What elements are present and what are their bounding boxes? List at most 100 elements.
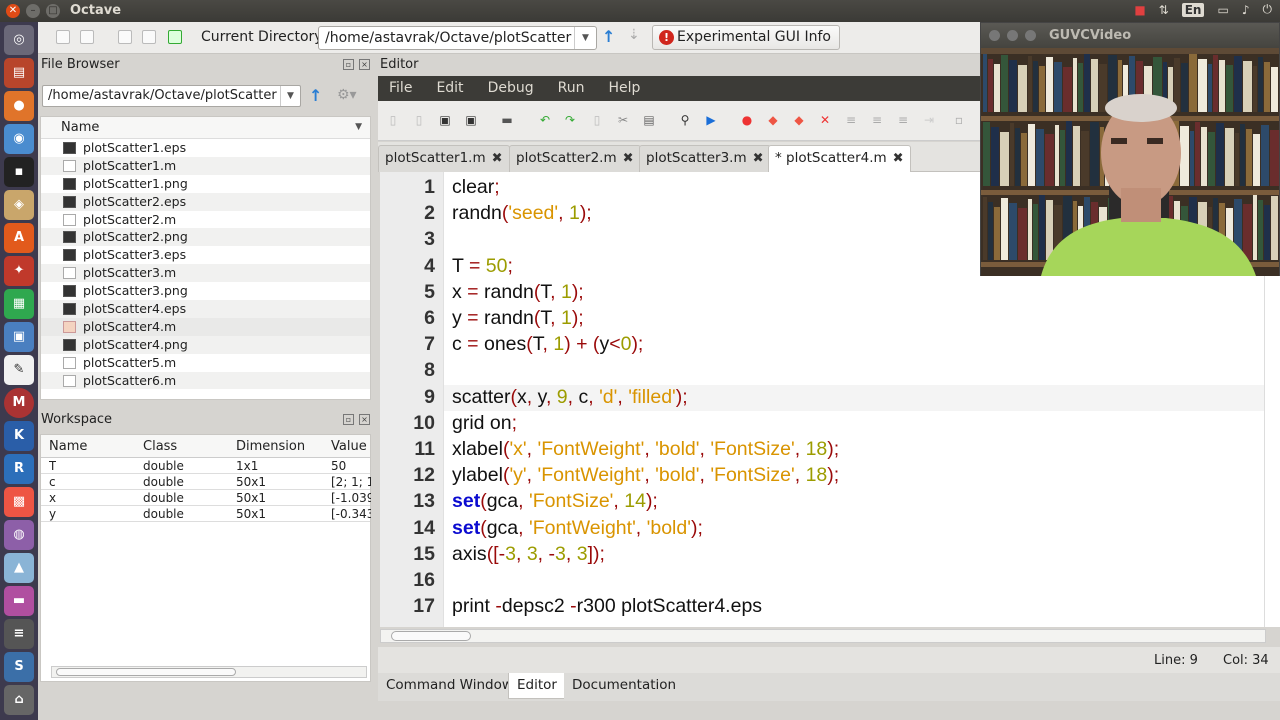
close-icon[interactable]: ✖ [492,151,503,166]
octave-icon[interactable]: ◈ [4,190,34,220]
close-panel-icon[interactable]: × [359,414,370,425]
save-icon[interactable]: ▣ [438,113,452,127]
text-editor-icon[interactable]: ✎ [4,355,34,385]
column-header[interactable]: Class [143,439,177,454]
file-item[interactable]: plotScatter2.eps [41,192,370,211]
file-item[interactable]: plotScatter3.png [41,282,370,300]
workspace-row[interactable]: x double 50x1 [-1.039 [41,490,371,506]
minimize-window-button[interactable] [1007,30,1018,41]
tab-documentation[interactable]: Documentation [564,673,685,699]
file-item[interactable]: plotScatter4.m [41,317,370,336]
menu-file[interactable]: File [378,76,424,101]
tab-plotscatter1[interactable]: plotScatter1.m ✖ [378,145,510,172]
redo-icon[interactable]: ↷ [563,113,577,127]
paste-icon[interactable]: ▤ [642,113,656,127]
close-panel-icon[interactable]: × [359,59,370,70]
volume-icon[interactable]: ♪ [1242,3,1250,17]
file-item[interactable]: plotScatter4.eps [41,300,370,318]
run-icon[interactable]: ▶ [704,113,718,127]
maximize-window-button[interactable]: □ [46,4,60,18]
remove-breakpoints-icon[interactable]: ✕ [818,113,832,127]
close-window-button[interactable] [989,30,1000,41]
column-header[interactable]: Value [331,439,367,454]
tab-plotscatter4[interactable]: * plotScatter4.m ✖ [768,145,911,173]
cut-icon[interactable]: ✂ [616,113,630,127]
close-icon[interactable]: ✖ [623,151,634,166]
name-column-header[interactable]: Name [61,120,99,135]
m-app-icon[interactable]: M [4,388,34,418]
storage-icon[interactable]: ≡ [4,619,34,649]
camera-icon[interactable]: ■ [1134,3,1145,17]
tab-plotscatter2[interactable]: plotScatter2.m ✖ [509,145,641,172]
new-script-icon[interactable] [56,30,70,44]
workspace-row[interactable]: y double 50x1 [-0.343 [41,506,371,522]
undock-icon[interactable]: ▫ [343,414,354,425]
k-app-icon[interactable]: K [4,421,34,451]
power-icon[interactable]: ⏻ [1263,2,1273,17]
r-app-icon[interactable]: R [4,454,34,484]
column-header[interactable]: Dimension [236,439,305,454]
experimental-gui-info-button[interactable]: ! Experimental GUI Info [652,25,840,50]
code-line[interactable]: print -depsc2 -r300 plotScatter4.eps [452,595,762,618]
file-item[interactable]: plotScatter2.png [41,228,370,247]
editor-horizontal-scrollbar[interactable] [380,629,1266,643]
close-icon[interactable]: ✖ [893,151,904,166]
parent-directory-icon[interactable]: ↑ [602,27,615,46]
indent-icon[interactable]: ≡ [896,113,910,127]
spreadsheet-icon[interactable]: ▦ [4,289,34,319]
code-line[interactable]: ylabel('y', 'FontWeight', 'bold', 'FontS… [452,464,839,487]
paste-icon[interactable] [142,30,156,44]
file-item[interactable]: plotScatter4.png [41,335,370,354]
menu-edit[interactable]: Edit [424,76,475,101]
previous-breakpoint-icon[interactable]: ◆ [792,113,806,127]
file-item[interactable]: plotScatter1.eps [41,139,370,157]
tab-plotscatter3[interactable]: plotScatter3.m ✖ [639,145,771,172]
file-list-header[interactable]: Name ▼ [41,117,370,139]
undo-icon[interactable] [168,30,182,44]
code-line[interactable]: axis([-3, 3, -3, 3]); [452,543,605,566]
disc-icon[interactable]: ◍ [4,520,34,550]
workspace-row[interactable]: c double 50x1 [2; 1; 1 [41,474,371,490]
tools-icon[interactable]: ✦ [4,256,34,286]
dash-icon[interactable]: ◎ [4,25,34,55]
more-icon[interactable]: ▫ [952,113,966,127]
undock-icon[interactable]: ▫ [343,59,354,70]
workspace-row[interactable]: Tdouble 1x1 50 [41,458,370,474]
gear-icon[interactable]: ⚙▾ [337,87,357,103]
uncomment-icon[interactable]: ≡ [870,113,884,127]
code-line[interactable]: y = randn(T, 1); [452,307,584,330]
code-line[interactable]: set(gca, 'FontWeight', 'bold'); [452,517,703,540]
sync-icon[interactable]: S [4,652,34,682]
code-line[interactable]: set(gca, 'FontSize', 14); [452,490,658,513]
code-line[interactable]: clear; [452,176,500,199]
menu-run[interactable]: Run [546,76,597,101]
print-icon[interactable]: ▬ [500,113,514,127]
file-item[interactable]: plotScatter3.m [41,264,370,283]
copy-icon[interactable]: ▯ [590,113,604,127]
file-item[interactable]: plotScatter3.eps [41,246,370,264]
code-line[interactable]: x = randn(T, 1); [452,281,584,304]
undo-icon[interactable]: ↶ [538,113,552,127]
code-line[interactable]: xlabel('x', 'FontWeight', 'bold', 'FontS… [452,438,839,461]
window-app-icon[interactable]: ▬ [4,586,34,616]
firefox-icon[interactable]: ● [4,91,34,121]
presentation-icon[interactable]: ▣ [4,322,34,352]
open-file-icon[interactable] [80,30,94,44]
file-item[interactable]: plotScatter1.png [41,175,370,193]
menu-debug[interactable]: Debug [476,76,546,101]
tab-command-window[interactable]: Command Window [378,673,521,699]
file-item[interactable]: plotScatter6.m [41,371,370,390]
chevron-down-icon[interactable]: ▼ [280,86,300,106]
maximize-window-button[interactable] [1025,30,1036,41]
unindent-icon[interactable]: ⇥ [922,113,936,127]
keyboard-layout-indicator[interactable]: En [1181,2,1205,17]
sort-icon[interactable]: ▼ [355,122,362,132]
file-item[interactable]: plotScatter1.m [41,156,370,175]
code-line[interactable]: randn('seed', 1); [452,202,592,225]
terminal-icon[interactable]: ▪ [4,157,34,187]
settings-icon[interactable]: ◉ [4,124,34,154]
code-line[interactable]: scatter(x, y, 9, c, 'd', 'filled'); [452,386,688,409]
open-file-icon[interactable]: ▯ [412,113,426,127]
file-item[interactable]: plotScatter5.m [41,354,370,372]
network-icon[interactable]: ⇅ [1159,3,1169,17]
